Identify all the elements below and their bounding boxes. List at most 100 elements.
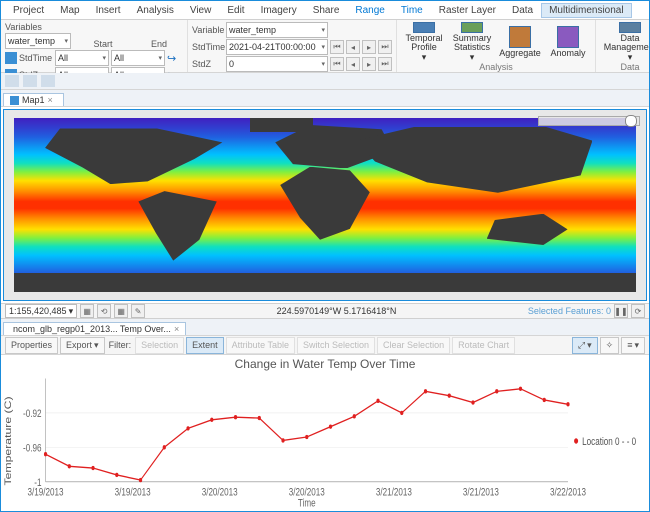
rotate-chart-button[interactable]: Rotate Chart xyxy=(452,337,515,354)
filter-label: Filter: xyxy=(109,340,132,350)
slider-handle[interactable] xyxy=(625,115,637,127)
menu-analysis[interactable]: Analysis xyxy=(129,3,182,18)
svg-text:Time: Time xyxy=(298,497,316,509)
switch-selection-button[interactable]: Switch Selection xyxy=(297,337,375,354)
data-management-button[interactable]: Data Management▾ xyxy=(600,22,650,62)
start-col-label: Start xyxy=(79,39,127,49)
chart-title: Change in Water Temp Over Time xyxy=(1,355,649,373)
anomaly-icon xyxy=(557,26,579,48)
first-button[interactable]: ⏮ xyxy=(330,40,344,54)
variable-select[interactable]: water_temp▾ xyxy=(5,33,71,49)
menu-insert[interactable]: Insert xyxy=(88,3,129,18)
selected-features: Selected Features: 0 xyxy=(528,306,611,316)
group-data-mgmt-label: Data Management xyxy=(600,62,650,72)
quick-access-toolbar xyxy=(1,73,649,90)
svg-text:-0.96: -0.96 xyxy=(23,442,41,454)
map-status-bar: 1:155,420,485▾ ▦ ⟲ ▦ ✎ 224.5970149°W 5.1… xyxy=(1,303,649,319)
pause-button[interactable]: ❚❚ xyxy=(614,304,628,318)
menu-raster-layer[interactable]: Raster Layer xyxy=(431,3,504,18)
qat-btn-2[interactable] xyxy=(23,75,37,87)
menu-button[interactable]: ≡▾ xyxy=(621,337,645,354)
map-icon xyxy=(10,96,19,105)
svg-text:3/19/2013: 3/19/2013 xyxy=(115,486,151,498)
aggregate-icon xyxy=(509,26,531,48)
variables-label: Variables xyxy=(5,22,71,32)
svg-text:3/21/2013: 3/21/2013 xyxy=(376,486,412,498)
variable2-select[interactable]: water_temp▾ xyxy=(226,22,328,38)
status-btn-2[interactable]: ⟲ xyxy=(97,304,111,318)
status-btn-3[interactable]: ▦ xyxy=(114,304,128,318)
svg-text:Temperature (C): Temperature (C) xyxy=(4,396,14,485)
link-icon[interactable]: ↪ xyxy=(167,52,176,65)
menu-edit[interactable]: Edit xyxy=(219,3,252,18)
ribbon: Variables water_temp▾ Start End StdTime … xyxy=(1,20,649,73)
last-button[interactable]: ⏭ xyxy=(378,40,392,54)
qat-btn-1[interactable] xyxy=(5,75,19,87)
export-button[interactable]: Export▾ xyxy=(60,337,105,354)
close-icon[interactable]: × xyxy=(174,324,179,334)
stdz2-label: StdZ xyxy=(192,59,224,69)
stats-icon xyxy=(461,22,483,33)
menu-map[interactable]: Map xyxy=(52,3,87,18)
menu-time[interactable]: Time xyxy=(393,3,431,18)
svg-text:3/21/2013: 3/21/2013 xyxy=(463,486,499,498)
menu-imagery[interactable]: Imagery xyxy=(253,3,305,18)
menu-range[interactable]: Range xyxy=(347,3,392,18)
map-canvas[interactable] xyxy=(14,118,636,292)
last2-button[interactable]: ⏭ xyxy=(378,57,392,71)
scale-select[interactable]: 1:155,420,485▾ xyxy=(5,304,77,318)
svg-text:3/19/2013: 3/19/2013 xyxy=(28,486,64,498)
qat-btn-3[interactable] xyxy=(41,75,55,87)
chart-canvas[interactable]: -0.92-0.96-13/19/20133/19/20133/20/20133… xyxy=(1,373,649,509)
map-tab-strip: Map1× xyxy=(1,90,649,107)
zoom-full-button[interactable]: ✧ xyxy=(600,337,620,354)
status-btn-1[interactable]: ▦ xyxy=(80,304,94,318)
next2-button[interactable]: ▸ xyxy=(362,57,376,71)
prev-button[interactable]: ◂ xyxy=(346,40,360,54)
menu-multidimensional[interactable]: Multidimensional xyxy=(541,3,631,18)
menu-project[interactable]: Project xyxy=(5,3,52,18)
extent-filter-button[interactable]: Extent xyxy=(186,337,224,354)
chart-toolbar: Properties Export▾ Filter: Selection Ext… xyxy=(1,336,649,355)
clear-selection-button[interactable]: Clear Selection xyxy=(377,337,450,354)
chart-tab[interactable]: ncom_glb_regp01_2013... Temp Over...× xyxy=(3,322,186,335)
menu-view[interactable]: View xyxy=(182,3,220,18)
refresh-button[interactable]: ⟳ xyxy=(631,304,645,318)
svg-text:-0.92: -0.92 xyxy=(23,408,41,420)
map-view[interactable] xyxy=(3,109,647,301)
status-btn-4[interactable]: ✎ xyxy=(131,304,145,318)
stdtime-label: StdTime xyxy=(19,53,53,63)
chart-area: Change in Water Temp Over Time -0.92 -0.9… xyxy=(1,355,649,511)
stdz2-select[interactable]: 0▾ xyxy=(226,56,328,72)
summary-stats-button[interactable]: Summary Statistics▾ xyxy=(449,22,495,62)
aggregate-button[interactable]: Aggregate xyxy=(497,22,543,62)
menu-bar: ProjectMapInsertAnalysisViewEditImageryS… xyxy=(1,1,649,20)
end-col-label: End xyxy=(135,39,183,49)
first2-button[interactable]: ⏮ xyxy=(330,57,344,71)
stdtime2-label: StdTime xyxy=(192,42,224,52)
zoom-tool-button[interactable]: ⤢▾ xyxy=(572,337,598,354)
map-tab[interactable]: Map1× xyxy=(3,93,64,106)
prev2-button[interactable]: ◂ xyxy=(346,57,360,71)
svg-text:3/22/2013: 3/22/2013 xyxy=(550,486,586,498)
variable2-label: Variable xyxy=(192,25,224,35)
next-button[interactable]: ▸ xyxy=(362,40,376,54)
svg-text:3/20/2013: 3/20/2013 xyxy=(202,486,238,498)
stdtime2-select[interactable]: 2021-04-21T00:00:00▾ xyxy=(226,39,328,55)
attribute-table-button[interactable]: Attribute Table xyxy=(226,337,295,354)
anomaly-button[interactable]: Anomaly xyxy=(545,22,591,62)
database-icon xyxy=(619,22,641,33)
coords-readout: 224.5970149°W 5.1716418°N xyxy=(277,306,397,316)
properties-button[interactable]: Properties xyxy=(5,337,58,354)
time-slider[interactable] xyxy=(538,116,640,126)
stdtime-icon xyxy=(5,52,17,64)
stdtime-end-select[interactable]: All▾ xyxy=(111,50,165,66)
temporal-profile-button[interactable]: Temporal Profile▾ xyxy=(401,22,447,62)
menu-data[interactable]: Data xyxy=(504,3,541,18)
chart-tab-strip: ncom_glb_regp01_2013... Temp Over...× xyxy=(1,319,649,336)
menu-share[interactable]: Share xyxy=(305,3,348,18)
close-icon[interactable]: × xyxy=(48,95,53,105)
selection-filter-button[interactable]: Selection xyxy=(135,337,184,354)
svg-text:Location 0 - - 0: Location 0 - - 0 xyxy=(582,436,636,448)
stdtime-start-select[interactable]: All▾ xyxy=(55,50,109,66)
